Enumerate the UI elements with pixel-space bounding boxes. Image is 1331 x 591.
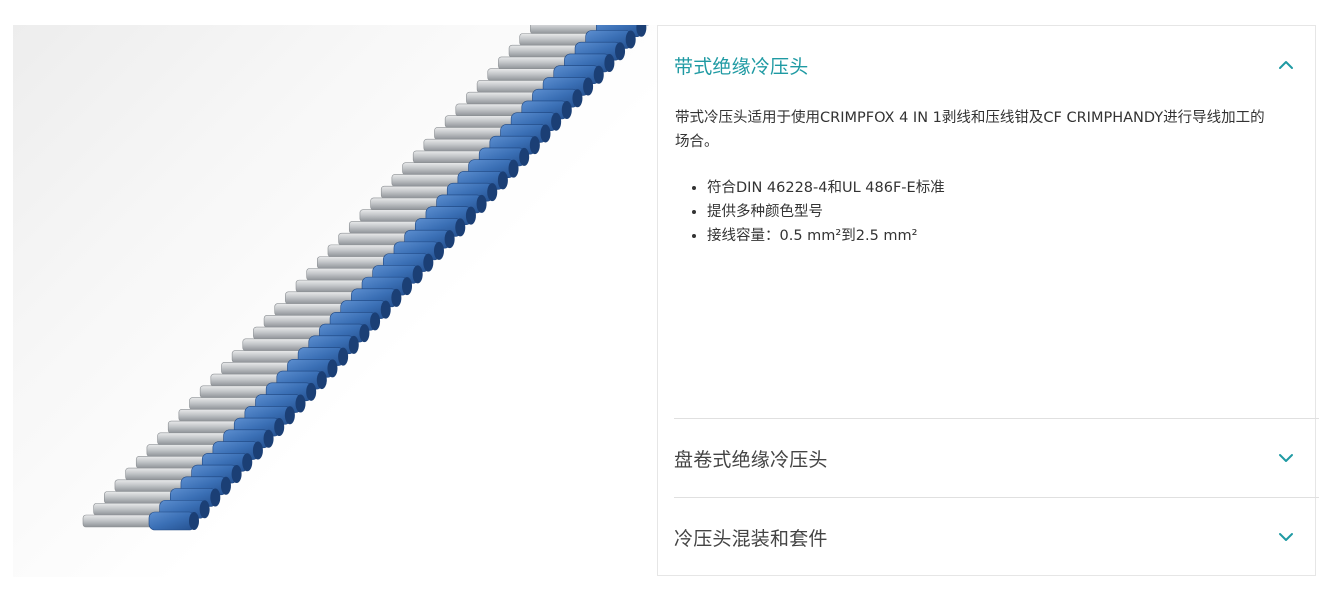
chevron-down-icon[interactable] <box>1275 447 1297 469</box>
accordion-item-reel-ferrules: 盘卷式绝缘冷压头 <box>674 418 1319 498</box>
accordion-title: 盘卷式绝缘冷压头 <box>674 448 828 471</box>
chevron-up-icon[interactable] <box>1275 54 1297 76</box>
product-image <box>13 25 657 577</box>
accordion-content: 带式冷压头适用于使用CRIMPFOX 4 IN 1剥线和压线钳及CF CRIMP… <box>675 106 1275 248</box>
chevron-down-icon[interactable] <box>1275 526 1297 548</box>
feature-list: 符合DIN 46228-4和UL 486F-E标准 提供多种颜色型号 接线容量：… <box>675 176 1275 248</box>
accordion: 带式绝缘冷压头 带式冷压头适用于使用CRIMPFOX 4 IN 1剥线和压线钳及… <box>657 25 1319 577</box>
ferrule-strip-image <box>82 25 649 531</box>
description-text: 带式冷压头适用于使用CRIMPFOX 4 IN 1剥线和压线钳及CF CRIMP… <box>675 110 1265 150</box>
accordion-item-ferrule-kits: 冷压头混装和套件 <box>674 497 1319 577</box>
accordion-header-ferrule-kits[interactable]: 冷压头混装和套件 <box>674 498 1319 576</box>
accordion-item-tape-ferrules: 带式绝缘冷压头 带式冷压头适用于使用CRIMPFOX 4 IN 1剥线和压线钳及… <box>674 26 1319 418</box>
accordion-header-reel-ferrules[interactable]: 盘卷式绝缘冷压头 <box>674 419 1319 497</box>
list-item: 符合DIN 46228-4和UL 486F-E标准 <box>707 176 1275 200</box>
accordion-title: 带式绝缘冷压头 <box>674 55 809 78</box>
accordion-header-tape-ferrules[interactable]: 带式绝缘冷压头 <box>674 26 1319 104</box>
accordion-title: 冷压头混装和套件 <box>674 527 828 550</box>
list-item: 提供多种颜色型号 <box>707 200 1275 224</box>
list-item: 接线容量：0.5 mm²到2.5 mm² <box>707 224 1275 248</box>
